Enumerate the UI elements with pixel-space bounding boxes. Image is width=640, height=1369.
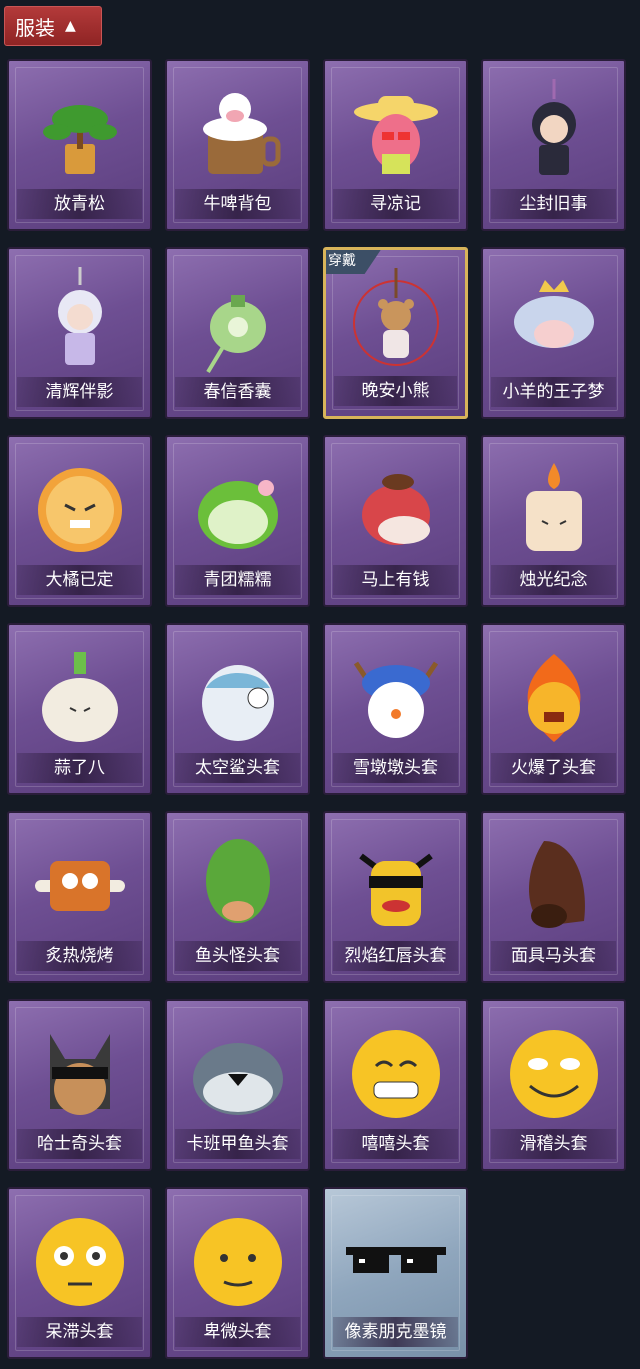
outfit-card-label: 卑微头套 [175, 1317, 300, 1347]
outfit-card-label: 烈焰红唇头套 [333, 941, 458, 971]
outfit-card[interactable]: 小羊的王子梦 [481, 247, 626, 419]
bear-keychain-icon [341, 268, 451, 378]
outfit-section-toggle[interactable]: 服装 ▲ [4, 6, 102, 46]
outfit-card[interactable]: 马上有钱 [323, 435, 468, 607]
outfit-card[interactable]: 大橘已定 [7, 435, 152, 607]
outfit-card-label: 尘封旧事 [491, 189, 616, 219]
outfit-card-label: 雪墩墩头套 [333, 753, 458, 783]
outfit-card-label: 马上有钱 [333, 565, 458, 595]
outfit-card[interactable]: 嘻嘻头套 [323, 999, 468, 1171]
pixel-sunglasses-icon [341, 1207, 451, 1317]
crowned-sheep-icon [499, 267, 609, 377]
outfit-card[interactable]: 滑稽头套 [481, 999, 626, 1171]
snowman-reindeer-head-icon [341, 643, 451, 753]
outfit-card-label: 炙热烧烤 [17, 941, 142, 971]
outfit-card-label: 滑稽头套 [491, 1129, 616, 1159]
outfit-card-label: 蒜了八 [17, 753, 142, 783]
outfit-card[interactable]: 牛啤背包 [165, 59, 310, 231]
outfit-grid: 放青松 牛啤背包 寻凉记 尘封旧事清辉伴影 春信香囊 穿戴 晚安小熊 小羊的王子梦大橘已定 青团… [7, 59, 626, 1359]
outfit-section-title: 服装 [15, 15, 55, 40]
outfit-card[interactable]: 尘封旧事 [481, 59, 626, 231]
cow-beer-mug-icon [183, 79, 293, 189]
outfit-card[interactable]: 像素朋克墨镜 [323, 1187, 468, 1359]
horse-mask-icon [499, 831, 609, 941]
sausage-bone-icon [25, 831, 135, 941]
outfit-card-label: 青团糯糯 [175, 565, 300, 595]
outfit-card[interactable]: 呆滞头套 [7, 1187, 152, 1359]
humble-emoji-icon [183, 1207, 293, 1317]
outfit-card-label: 放青松 [17, 189, 142, 219]
outfit-card-label: 鱼头怪头套 [175, 941, 300, 971]
outfit-card-label: 太空鲨头套 [175, 753, 300, 783]
outfit-card-label: 小羊的王子梦 [491, 377, 616, 407]
outfit-card[interactable]: 面具马头套 [481, 811, 626, 983]
outfit-card-label: 烛光纪念 [491, 565, 616, 595]
fish-mask-icon [183, 831, 293, 941]
garlic-face-icon [25, 643, 135, 753]
funny-smirk-emoji-icon [499, 1019, 609, 1129]
outfit-card[interactable]: 清辉伴影 [7, 247, 152, 419]
outfit-card[interactable]: 青团糯糯 [165, 435, 310, 607]
fire-face-icon [499, 643, 609, 753]
grin-emoji-icon [341, 1019, 451, 1129]
outfit-card[interactable]: 鱼头怪头套 [165, 811, 310, 983]
grey-fish-head-icon [183, 1019, 293, 1129]
outfit-card-label: 大橘已定 [17, 565, 142, 595]
candle-face-icon [499, 455, 609, 565]
outfit-card-label: 呆滞头套 [17, 1317, 142, 1347]
outfit-card[interactable]: 穿戴 晚安小熊 [323, 247, 468, 419]
outfit-card[interactable]: 雪墩墩头套 [323, 623, 468, 795]
husky-sunglasses-icon [25, 1019, 135, 1129]
outfit-card-label: 清辉伴影 [17, 377, 142, 407]
outfit-card[interactable]: 放青松 [7, 59, 152, 231]
outfit-card[interactable]: 寻凉记 [323, 59, 468, 231]
outfit-card-label: 寻凉记 [333, 189, 458, 219]
outfit-card[interactable]: 卡班甲鱼头套 [165, 999, 310, 1171]
outfit-card[interactable]: 春信香囊 [165, 247, 310, 419]
dark-hair-chibi-keychain-icon [499, 79, 609, 189]
outfit-card-label: 像素朋克墨镜 [333, 1317, 458, 1347]
outfit-card-label: 火爆了头套 [491, 753, 616, 783]
green-sachet-icon [183, 267, 293, 377]
stare-emoji-icon [25, 1207, 135, 1317]
outfit-card[interactable]: 卑微头套 [165, 1187, 310, 1359]
outfit-card-label: 牛啤背包 [175, 189, 300, 219]
outfit-card-label: 晚安小熊 [334, 376, 457, 406]
chevron-up-icon: ▲ [65, 18, 76, 34]
outfit-card[interactable]: 烈焰红唇头套 [323, 811, 468, 983]
outfit-card[interactable]: 哈士奇头套 [7, 999, 152, 1171]
outfit-card-label: 哈士奇头套 [17, 1129, 142, 1159]
outfit-card-label: 面具马头套 [491, 941, 616, 971]
outfit-card[interactable]: 烛光纪念 [481, 435, 626, 607]
yellow-mask-sunglasses-icon [341, 831, 451, 941]
outfit-card-label: 春信香囊 [175, 377, 300, 407]
outfit-card-label: 卡班甲鱼头套 [175, 1129, 300, 1159]
pink-creature-sunhat-icon [341, 79, 451, 189]
outfit-card[interactable]: 炙热烧烤 [7, 811, 152, 983]
outfit-card[interactable]: 太空鲨头套 [165, 623, 310, 795]
shark-head-icon [183, 643, 293, 753]
white-hair-chibi-keychain-icon [25, 267, 135, 377]
outfit-card-label: 嘻嘻头套 [333, 1129, 458, 1159]
red-horse-head-icon [341, 455, 451, 565]
orange-slice-face-icon [25, 455, 135, 565]
bonsai-pine-icon [25, 79, 135, 189]
green-rice-ball-icon [183, 455, 293, 565]
outfit-card[interactable]: 蒜了八 [7, 623, 152, 795]
outfit-card[interactable]: 火爆了头套 [481, 623, 626, 795]
